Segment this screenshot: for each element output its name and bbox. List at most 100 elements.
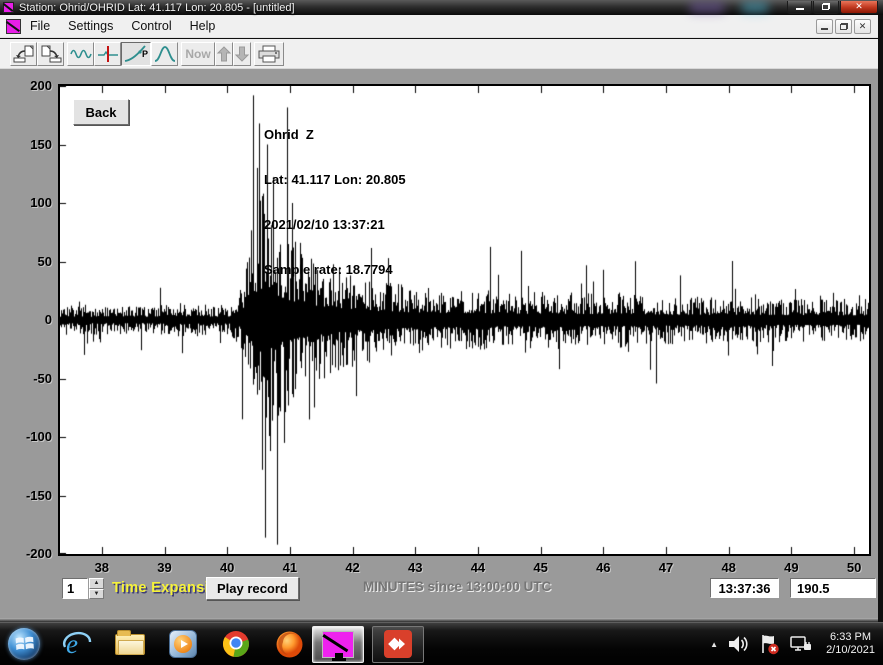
seismogram-plot[interactable]: Back Ohrid Z Lat: 41.117 Lon: 20.805 202… <box>58 84 871 556</box>
titlebar-glass-reflection <box>690 2 724 13</box>
mdi-minimize-button[interactable] <box>816 19 833 34</box>
y-tick-label: -200 <box>0 546 52 562</box>
restore-icon <box>840 23 848 30</box>
file-explorer-icon[interactable] <box>115 629 145 659</box>
action-center-flag-icon[interactable] <box>758 632 780 656</box>
chrome-icon[interactable] <box>221 629 251 659</box>
back-button[interactable]: Back <box>73 99 129 125</box>
stepper-up-button[interactable]: ▲ <box>89 578 104 589</box>
annotation-filter: No filtering <box>264 307 406 322</box>
taskbar-seismograph-app-button[interactable] <box>312 626 364 663</box>
x-tick-label: 41 <box>270 560 310 576</box>
x-tick-label: 48 <box>709 560 749 576</box>
restore-icon <box>822 3 830 10</box>
filter-button[interactable] <box>151 42 178 66</box>
x-tick-label: 39 <box>145 560 185 576</box>
pick-icon <box>96 44 120 64</box>
volume-icon[interactable] <box>727 632 749 656</box>
taskbar-remote-app-button[interactable] <box>372 626 424 663</box>
menu-control[interactable]: Control <box>122 16 180 36</box>
seismograph-app-icon <box>3 2 14 13</box>
mdi-close-button[interactable]: ✕ <box>854 19 871 34</box>
minimize-button[interactable] <box>787 1 812 14</box>
x-axis-caption: MINUTES since 13:00:00 UTC <box>363 579 551 594</box>
y-tick-label: 200 <box>0 78 52 94</box>
y-tick-label: -150 <box>0 488 52 504</box>
screen: Station: Ohrid/OHRID Lat: 41.117 Lon: 20… <box>0 0 883 665</box>
scroll-up-button[interactable] <box>215 42 233 66</box>
x-tick-label: 46 <box>583 560 623 576</box>
x-tick-label: 50 <box>834 560 874 576</box>
annotation-samplerate: Sample rate: 18.7794 <box>264 262 406 277</box>
open-record-button[interactable] <box>10 42 37 66</box>
close-button[interactable]: ✕ <box>840 1 878 14</box>
y-tick-label: 150 <box>0 137 52 153</box>
x-tick-label: 47 <box>646 560 686 576</box>
travel-time-curve-button[interactable]: P <box>121 42 151 66</box>
menubar: File Settings Control Help ✕ <box>0 15 878 38</box>
y-tick-label: 100 <box>0 195 52 211</box>
menu-help[interactable]: Help <box>181 16 225 36</box>
x-tick-label: 38 <box>82 560 122 576</box>
seismogram-canvas[interactable] <box>60 86 869 554</box>
menu-file[interactable]: File <box>21 16 59 36</box>
y-tick-label: 50 <box>0 254 52 270</box>
x-tick-label: 49 <box>771 560 811 576</box>
save-record-button[interactable] <box>37 42 64 66</box>
taskbar: e <box>0 622 883 665</box>
y-tick-label: -100 <box>0 429 52 445</box>
y-tick-label: -50 <box>0 371 52 387</box>
mdi-app-icon[interactable] <box>6 19 21 34</box>
taskbar-clock[interactable]: 6:33 PM 2/10/2021 <box>826 631 875 658</box>
media-player-icon[interactable] <box>168 629 198 659</box>
up-arrow-icon <box>217 45 231 63</box>
annotation-latlon: Lat: 41.117 Lon: 20.805 <box>264 172 406 187</box>
taskbar-pinned-icons: e <box>62 629 304 659</box>
heli-viewer: Back Ohrid Z Lat: 41.117 Lon: 20.805 202… <box>0 69 878 618</box>
internet-explorer-icon[interactable]: e <box>62 629 92 659</box>
firefox-icon[interactable] <box>274 629 304 659</box>
x-tick-label: 45 <box>521 560 561 576</box>
clock-date: 2/10/2021 <box>826 644 875 658</box>
now-button[interactable]: Now <box>181 42 215 66</box>
bell-curve-icon <box>153 44 177 64</box>
close-icon: ✕ <box>859 21 867 32</box>
pick-arrival-button[interactable] <box>94 42 121 66</box>
tray-expand-icon[interactable]: ▲ <box>710 640 718 649</box>
trace-annotation: Ohrid Z Lat: 41.117 Lon: 20.805 2021/02/… <box>264 97 406 352</box>
network-icon[interactable] <box>789 632 813 656</box>
curve-p-icon: P <box>123 44 149 64</box>
x-tick-label: 43 <box>395 560 435 576</box>
page-arrow-out-icon <box>39 44 63 64</box>
cursor-amplitude-field[interactable]: 190.5 <box>790 578 876 598</box>
time-expansion-stepper: ▲ ▼ <box>89 578 104 599</box>
printer-icon <box>256 44 282 64</box>
time-expansion-value[interactable]: 1 <box>62 578 88 599</box>
annotation-datetime: 2021/02/10 13:37:21 <box>264 217 406 232</box>
x-tick-label: 40 <box>207 560 247 576</box>
cursor-time-field[interactable]: 13:37:36 <box>710 578 779 598</box>
y-tick-label: 0 <box>0 312 52 328</box>
svg-text:P: P <box>142 49 148 59</box>
windows-flag-icon <box>8 628 40 660</box>
clock-time: 6:33 PM <box>826 631 875 645</box>
menu-settings[interactable]: Settings <box>59 16 122 36</box>
restore-button[interactable] <box>813 1 839 14</box>
minimize-icon <box>821 28 828 30</box>
minimize-icon <box>796 8 804 10</box>
stepper-down-button[interactable]: ▼ <box>89 589 104 600</box>
titlebar: Station: Ohrid/OHRID Lat: 41.117 Lon: 20… <box>0 0 883 15</box>
scroll-down-button[interactable] <box>233 42 251 66</box>
play-record-button[interactable]: Play record <box>206 577 299 600</box>
print-button[interactable] <box>254 42 284 66</box>
x-tick-label: 42 <box>333 560 373 576</box>
toolbar: P Now <box>0 39 878 69</box>
annotation-station: Ohrid Z <box>264 127 406 142</box>
remote-app-icon <box>384 630 412 658</box>
waveform-view-button[interactable] <box>67 42 94 66</box>
mdi-restore-button[interactable] <box>835 19 852 34</box>
page-arrow-in-icon <box>12 44 36 64</box>
x-tick-label: 44 <box>458 560 498 576</box>
titlebar-glass-reflection <box>742 2 768 13</box>
start-button[interactable] <box>8 628 40 660</box>
